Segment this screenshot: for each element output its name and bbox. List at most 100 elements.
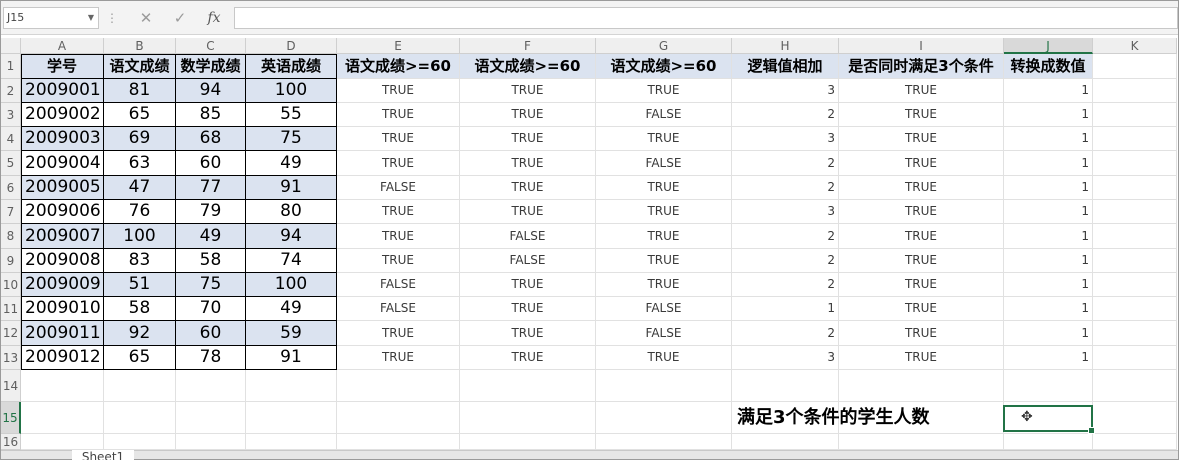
row-header-13[interactable]: 13 <box>1 346 21 370</box>
cell[interactable] <box>1093 346 1177 370</box>
table-cell[interactable]: 1 <box>1004 79 1093 103</box>
cancel-icon[interactable]: ✕ <box>137 7 155 29</box>
table-cell[interactable]: TRUE <box>460 273 596 297</box>
column-header-i[interactable]: I <box>839 38 1004 54</box>
cell[interactable] <box>1093 321 1177 346</box>
cell[interactable] <box>104 370 176 402</box>
table-cell[interactable]: FALSE <box>596 321 732 346</box>
row-header-14[interactable]: 14 <box>1 370 21 402</box>
table-cell[interactable]: 91 <box>246 346 337 370</box>
column-header-k[interactable]: K <box>1093 38 1177 54</box>
table-cell[interactable]: TRUE <box>460 176 596 200</box>
cell[interactable] <box>460 434 596 450</box>
table-cell[interactable]: FALSE <box>337 176 460 200</box>
table-cell[interactable]: 1 <box>1004 249 1093 273</box>
active-cell-j15[interactable]: ✥ <box>1003 405 1095 434</box>
column-header-d[interactable]: D <box>246 38 337 54</box>
table-cell[interactable]: 2 <box>732 176 839 200</box>
column-header-h[interactable]: H <box>732 38 839 54</box>
table-cell[interactable]: 59 <box>246 321 337 346</box>
table-cell[interactable]: 77 <box>176 176 246 200</box>
table-cell[interactable]: 2009010 <box>21 297 104 321</box>
cell[interactable] <box>337 370 460 402</box>
cell[interactable] <box>1093 370 1177 402</box>
table-cell[interactable]: TRUE <box>460 79 596 103</box>
table-cell[interactable]: 100 <box>246 273 337 297</box>
row-header-9[interactable]: 9 <box>1 249 21 273</box>
table-cell[interactable]: 2009001 <box>21 79 104 103</box>
table-cell[interactable]: TRUE <box>460 346 596 370</box>
table-cell[interactable]: TRUE <box>596 346 732 370</box>
cell[interactable] <box>732 434 839 450</box>
table-cell[interactable]: TRUE <box>337 249 460 273</box>
table-cell[interactable]: 2 <box>732 321 839 346</box>
table-cell[interactable]: 94 <box>246 224 337 249</box>
table-cell[interactable]: 81 <box>104 79 176 103</box>
row-header-10[interactable]: 10 <box>1 273 21 297</box>
table-cell[interactable]: 100 <box>104 224 176 249</box>
table-cell[interactable]: FALSE <box>337 273 460 297</box>
table-cell[interactable]: TRUE <box>460 200 596 224</box>
cell[interactable] <box>337 402 460 434</box>
cell[interactable] <box>1004 434 1093 450</box>
table-cell[interactable]: 83 <box>104 249 176 273</box>
row-header-4[interactable]: 4 <box>1 127 21 151</box>
table-cell[interactable]: TRUE <box>337 321 460 346</box>
table-cell[interactable]: FALSE <box>596 151 732 176</box>
table-cell[interactable]: 49 <box>176 224 246 249</box>
table-cell[interactable]: 2009009 <box>21 273 104 297</box>
table-cell[interactable]: 68 <box>176 127 246 151</box>
table-cell[interactable]: 51 <box>104 273 176 297</box>
table-cell[interactable]: TRUE <box>596 273 732 297</box>
table-cell[interactable]: 2 <box>732 103 839 127</box>
header-cell[interactable]: 语文成绩>=60 <box>460 54 596 79</box>
table-cell[interactable]: FALSE <box>460 224 596 249</box>
table-cell[interactable]: 2009003 <box>21 127 104 151</box>
column-header-e[interactable]: E <box>337 38 460 54</box>
cell[interactable] <box>732 370 839 402</box>
table-cell[interactable]: FALSE <box>337 297 460 321</box>
table-cell[interactable]: 3 <box>732 79 839 103</box>
cell[interactable] <box>1093 127 1177 151</box>
table-cell[interactable]: 2009004 <box>21 151 104 176</box>
row-header-8[interactable]: 8 <box>1 224 21 249</box>
table-cell[interactable]: 65 <box>104 346 176 370</box>
table-cell[interactable]: 2009008 <box>21 249 104 273</box>
table-cell[interactable]: 1 <box>1004 297 1093 321</box>
cell[interactable] <box>246 402 337 434</box>
cell[interactable] <box>246 434 337 450</box>
table-cell[interactable]: 94 <box>176 79 246 103</box>
table-cell[interactable]: 80 <box>246 200 337 224</box>
cell[interactable] <box>1093 297 1177 321</box>
table-cell[interactable]: 2009005 <box>21 176 104 200</box>
table-cell[interactable]: 74 <box>246 249 337 273</box>
table-cell[interactable]: 1 <box>1004 346 1093 370</box>
header-cell[interactable]: 数学成绩 <box>176 54 246 79</box>
row-header-2[interactable]: 2 <box>1 79 21 103</box>
table-cell[interactable]: 2009011 <box>21 321 104 346</box>
row-header-15[interactable]: 15 <box>1 402 21 434</box>
table-cell[interactable]: TRUE <box>839 79 1004 103</box>
table-cell[interactable]: 1 <box>1004 273 1093 297</box>
cell[interactable] <box>1093 79 1177 103</box>
table-cell[interactable]: 49 <box>246 151 337 176</box>
cell[interactable] <box>1093 54 1177 79</box>
table-cell[interactable]: TRUE <box>596 200 732 224</box>
row-header-5[interactable]: 5 <box>1 151 21 176</box>
cell[interactable] <box>104 402 176 434</box>
formula-input[interactable] <box>234 7 1178 29</box>
table-cell[interactable]: 60 <box>176 321 246 346</box>
table-cell[interactable]: 2 <box>732 273 839 297</box>
table-cell[interactable]: 55 <box>246 103 337 127</box>
table-cell[interactable]: 76 <box>104 200 176 224</box>
cell[interactable] <box>176 370 246 402</box>
table-cell[interactable]: 1 <box>1004 200 1093 224</box>
table-cell[interactable]: 92 <box>104 321 176 346</box>
table-cell[interactable]: TRUE <box>596 127 732 151</box>
insert-function-icon[interactable]: fx <box>203 7 225 29</box>
cell[interactable] <box>176 434 246 450</box>
row-header-3[interactable]: 3 <box>1 103 21 127</box>
column-header-j[interactable]: J <box>1004 38 1093 54</box>
table-cell[interactable]: TRUE <box>596 224 732 249</box>
table-cell[interactable]: 49 <box>246 297 337 321</box>
